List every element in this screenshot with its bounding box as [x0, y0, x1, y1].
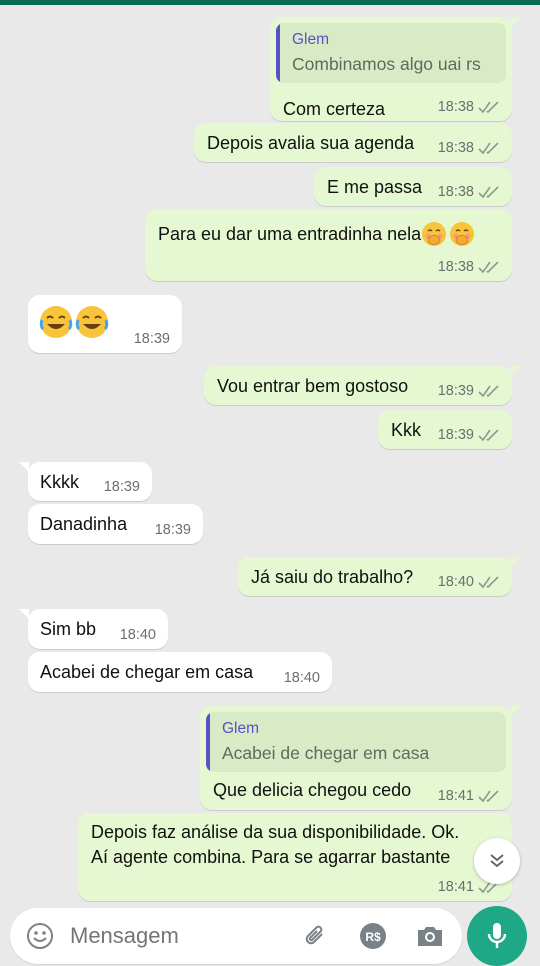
- message-text-line: Aí agente combina. Para se agarrar basta…: [91, 847, 451, 867]
- message-meta: 18:39: [155, 522, 191, 538]
- message-text-line: Depois faz análise da sua disponibilidad…: [91, 822, 460, 842]
- read-ticks-icon: [478, 186, 499, 199]
- message-time: 18:39: [437, 427, 474, 443]
- read-ticks-icon: [478, 429, 499, 442]
- read-ticks-icon: [478, 142, 499, 155]
- message-time: 18:40: [283, 670, 320, 686]
- quoted-message[interactable]: Glem Combinamos algo uai rs: [276, 23, 506, 83]
- face-with-hand-over-mouth-icon: [422, 222, 447, 246]
- message-time: 18:41: [437, 788, 474, 804]
- message-meta: 18:38: [438, 184, 500, 200]
- message-bubble-outgoing[interactable]: Depois faz análise da sua disponibilidad…: [78, 813, 512, 901]
- message-text: Para eu dar uma entradinha nela: [158, 224, 422, 244]
- message-time: 18:38: [437, 259, 474, 275]
- read-ticks-icon: [478, 790, 499, 803]
- attach-icon[interactable]: [302, 922, 330, 950]
- message-time: 18:39: [133, 331, 170, 347]
- message-text: Com certeza: [283, 99, 386, 119]
- read-ticks-icon: [478, 576, 499, 589]
- message-meta: 18:40: [120, 627, 156, 643]
- message-meta: 18:40: [438, 574, 500, 590]
- message-bubble-outgoing[interactable]: Já saiu do trabalho? 18:40: [238, 557, 521, 596]
- message-text: Já saiu do trabalho?: [251, 567, 414, 587]
- message-input[interactable]: [70, 922, 290, 950]
- message-time: 18:39: [154, 522, 191, 538]
- message-text: Sim bb: [40, 619, 97, 639]
- message-meta: 18:39: [134, 331, 170, 347]
- message-time: 18:38: [437, 140, 474, 156]
- payment-icon[interactable]: R$: [358, 921, 388, 951]
- message-text: Que delicia chegou cedo: [213, 780, 412, 800]
- message-meta: 18:38: [438, 99, 500, 115]
- read-ticks-icon: [478, 261, 499, 274]
- quoted-text: Combinamos algo uai rs: [292, 54, 481, 74]
- quoted-sender: Glem: [292, 31, 330, 48]
- message-text: Kkk: [391, 420, 422, 440]
- quoted-sender: Glem: [222, 720, 260, 737]
- message-text: Acabei de chegar em casa: [40, 662, 254, 682]
- read-ticks-icon: [478, 385, 499, 398]
- message-bubble-outgoing[interactable]: Kkk 18:39: [378, 410, 512, 449]
- emoji-icon[interactable]: [26, 922, 54, 950]
- message-meta: 18:41: [438, 788, 500, 804]
- message-meta: 18:40: [284, 670, 320, 686]
- message-time: 18:39: [103, 479, 140, 495]
- message-bubble-incoming[interactable]: 18:39: [28, 295, 182, 353]
- face-with-hand-over-mouth-icon: [450, 222, 475, 246]
- message-bubble-incoming[interactable]: Sim bb 18:40: [19, 609, 168, 649]
- message-bubble-outgoing[interactable]: Para eu dar uma entradinha nela 18:38: [145, 209, 512, 281]
- message-meta: 18:39: [104, 479, 140, 495]
- read-ticks-icon: [478, 101, 499, 114]
- message-text: Vou entrar bem gostoso: [217, 376, 409, 396]
- scroll-to-bottom-button[interactable]: [474, 838, 520, 884]
- quoted-text: Acabei de chegar em casa: [222, 743, 430, 763]
- message-list[interactable]: Glem Combinamos algo uai rs Com certeza …: [0, 5, 540, 901]
- message-bubble-incoming[interactable]: Acabei de chegar em casa 18:40: [28, 652, 332, 692]
- message-bubble-outgoing[interactable]: Glem Acabei de chegar em casa Que delici…: [200, 706, 521, 810]
- message-time: 18:38: [437, 99, 474, 115]
- quote-accent-bar: [276, 23, 280, 83]
- quoted-message[interactable]: Glem Acabei de chegar em casa: [206, 712, 506, 772]
- message-bubble-outgoing[interactable]: Depois avalia sua agenda 18:38: [194, 123, 512, 162]
- message-composer[interactable]: R$: [10, 908, 462, 964]
- message-time: 18:40: [119, 627, 156, 643]
- svg-text:R$: R$: [365, 930, 381, 944]
- message-meta: 18:39: [438, 383, 500, 399]
- message-text: E me passa: [327, 177, 423, 197]
- message-bubble-incoming[interactable]: Danadinha 18:39: [28, 504, 203, 544]
- message-bubble-outgoing[interactable]: Glem Combinamos algo uai rs Com certeza …: [270, 17, 521, 121]
- message-bubble-outgoing[interactable]: Vou entrar bem gostoso 18:39: [204, 366, 521, 405]
- voice-record-button[interactable]: [467, 906, 527, 966]
- message-bubble-incoming[interactable]: Kkkk 18:39: [19, 462, 152, 501]
- message-text: Depois avalia sua agenda: [207, 133, 415, 153]
- message-meta: 18:38: [438, 259, 500, 275]
- message-bubble-outgoing[interactable]: E me passa 18:38: [314, 167, 512, 206]
- quote-accent-bar: [206, 712, 210, 772]
- mic-icon: [487, 923, 507, 948]
- message-meta: 18:38: [438, 140, 500, 156]
- message-content: Para eu dar uma entradinha nela: [158, 221, 475, 247]
- message-time: 18:39: [437, 383, 474, 399]
- camera-icon[interactable]: [415, 922, 445, 950]
- face-with-tears-of-joy-icon: [39, 306, 73, 338]
- message-time: 18:38: [437, 184, 474, 200]
- double-chevron-down-icon: [490, 854, 504, 868]
- message-time: 18:40: [437, 574, 474, 590]
- message-text: Kkkk: [40, 472, 80, 492]
- message-text: Danadinha: [40, 514, 128, 534]
- message-meta: 18:39: [438, 427, 500, 443]
- message-content: [38, 304, 110, 340]
- message-time: 18:41: [437, 879, 474, 895]
- face-with-tears-of-joy-icon: [75, 306, 109, 338]
